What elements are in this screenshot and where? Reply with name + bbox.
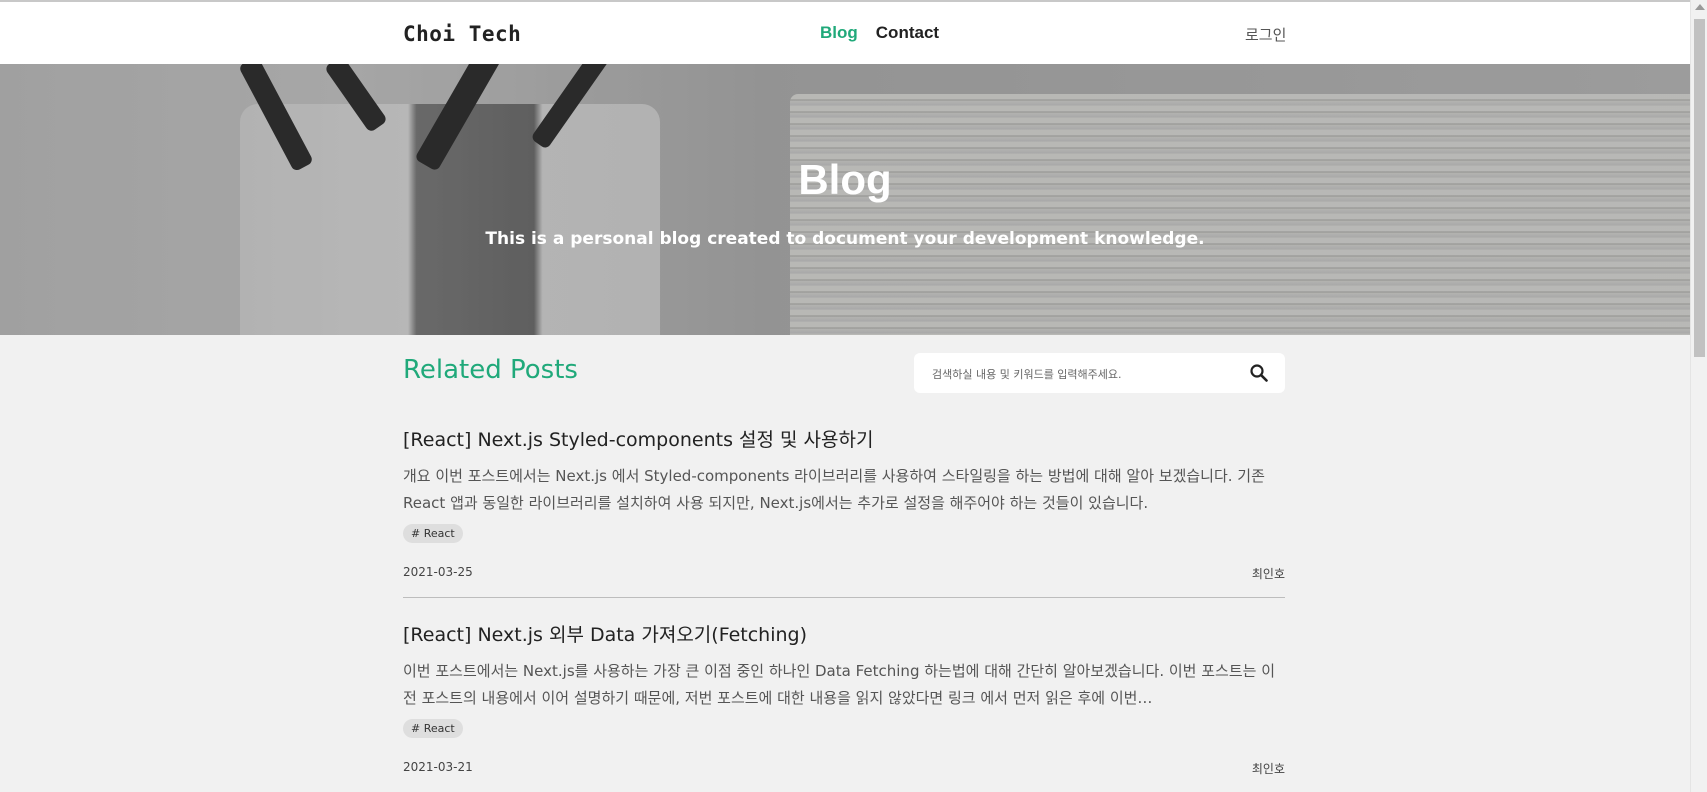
login-link[interactable]: 로그인 xyxy=(1245,24,1286,45)
post-item: [React] Next.js Styled-components 설정 및 사… xyxy=(403,425,1285,598)
post-title[interactable]: [React] Next.js 외부 Data 가져오기(Fetching) xyxy=(403,620,807,647)
hero-title: Blog xyxy=(798,156,892,203)
scrollbar[interactable] xyxy=(1690,0,1707,792)
page: Choi Tech Blog Contact 로그인 Blog This is … xyxy=(0,0,1707,792)
site-logo[interactable]: Choi Tech xyxy=(403,22,521,46)
post-author: 최인호 xyxy=(1251,762,1285,776)
post-excerpt: 이번 포스트에서는 Next.js를 사용하는 가장 큰 이점 중인 하나인 D… xyxy=(403,662,1276,707)
search-icon[interactable] xyxy=(1249,363,1269,383)
nav-contact-link[interactable]: Contact xyxy=(876,23,939,43)
hero-banner: Blog This is a personal blog created to … xyxy=(0,64,1690,335)
site-header: Choi Tech Blog Contact 로그인 xyxy=(0,2,1690,64)
main-nav: Blog Contact xyxy=(820,23,939,43)
search-input[interactable] xyxy=(930,353,1234,395)
post-excerpt: 개요 이번 포스트에서는 Next.js 에서 Styled-component… xyxy=(403,467,1265,512)
search-box xyxy=(914,353,1285,395)
post-tag[interactable]: # React xyxy=(403,719,463,738)
scrollbar-thumb[interactable] xyxy=(1694,19,1705,357)
post-date: 2021-03-25 xyxy=(403,565,473,579)
post-date: 2021-03-21 xyxy=(403,760,473,774)
hero-subtitle: This is a personal blog created to docum… xyxy=(485,229,1205,249)
post-item: [React] Next.js 외부 Data 가져오기(Fetching) 이… xyxy=(403,620,1285,792)
nav-blog-link[interactable]: Blog xyxy=(820,23,858,43)
scroll-up-arrow-icon[interactable] xyxy=(1695,4,1705,10)
section-title: Related Posts xyxy=(403,355,578,385)
post-title[interactable]: [React] Next.js Styled-components 설정 및 사… xyxy=(403,425,873,452)
post-author: 최인호 xyxy=(1251,567,1285,581)
post-tag[interactable]: # React xyxy=(403,524,463,543)
